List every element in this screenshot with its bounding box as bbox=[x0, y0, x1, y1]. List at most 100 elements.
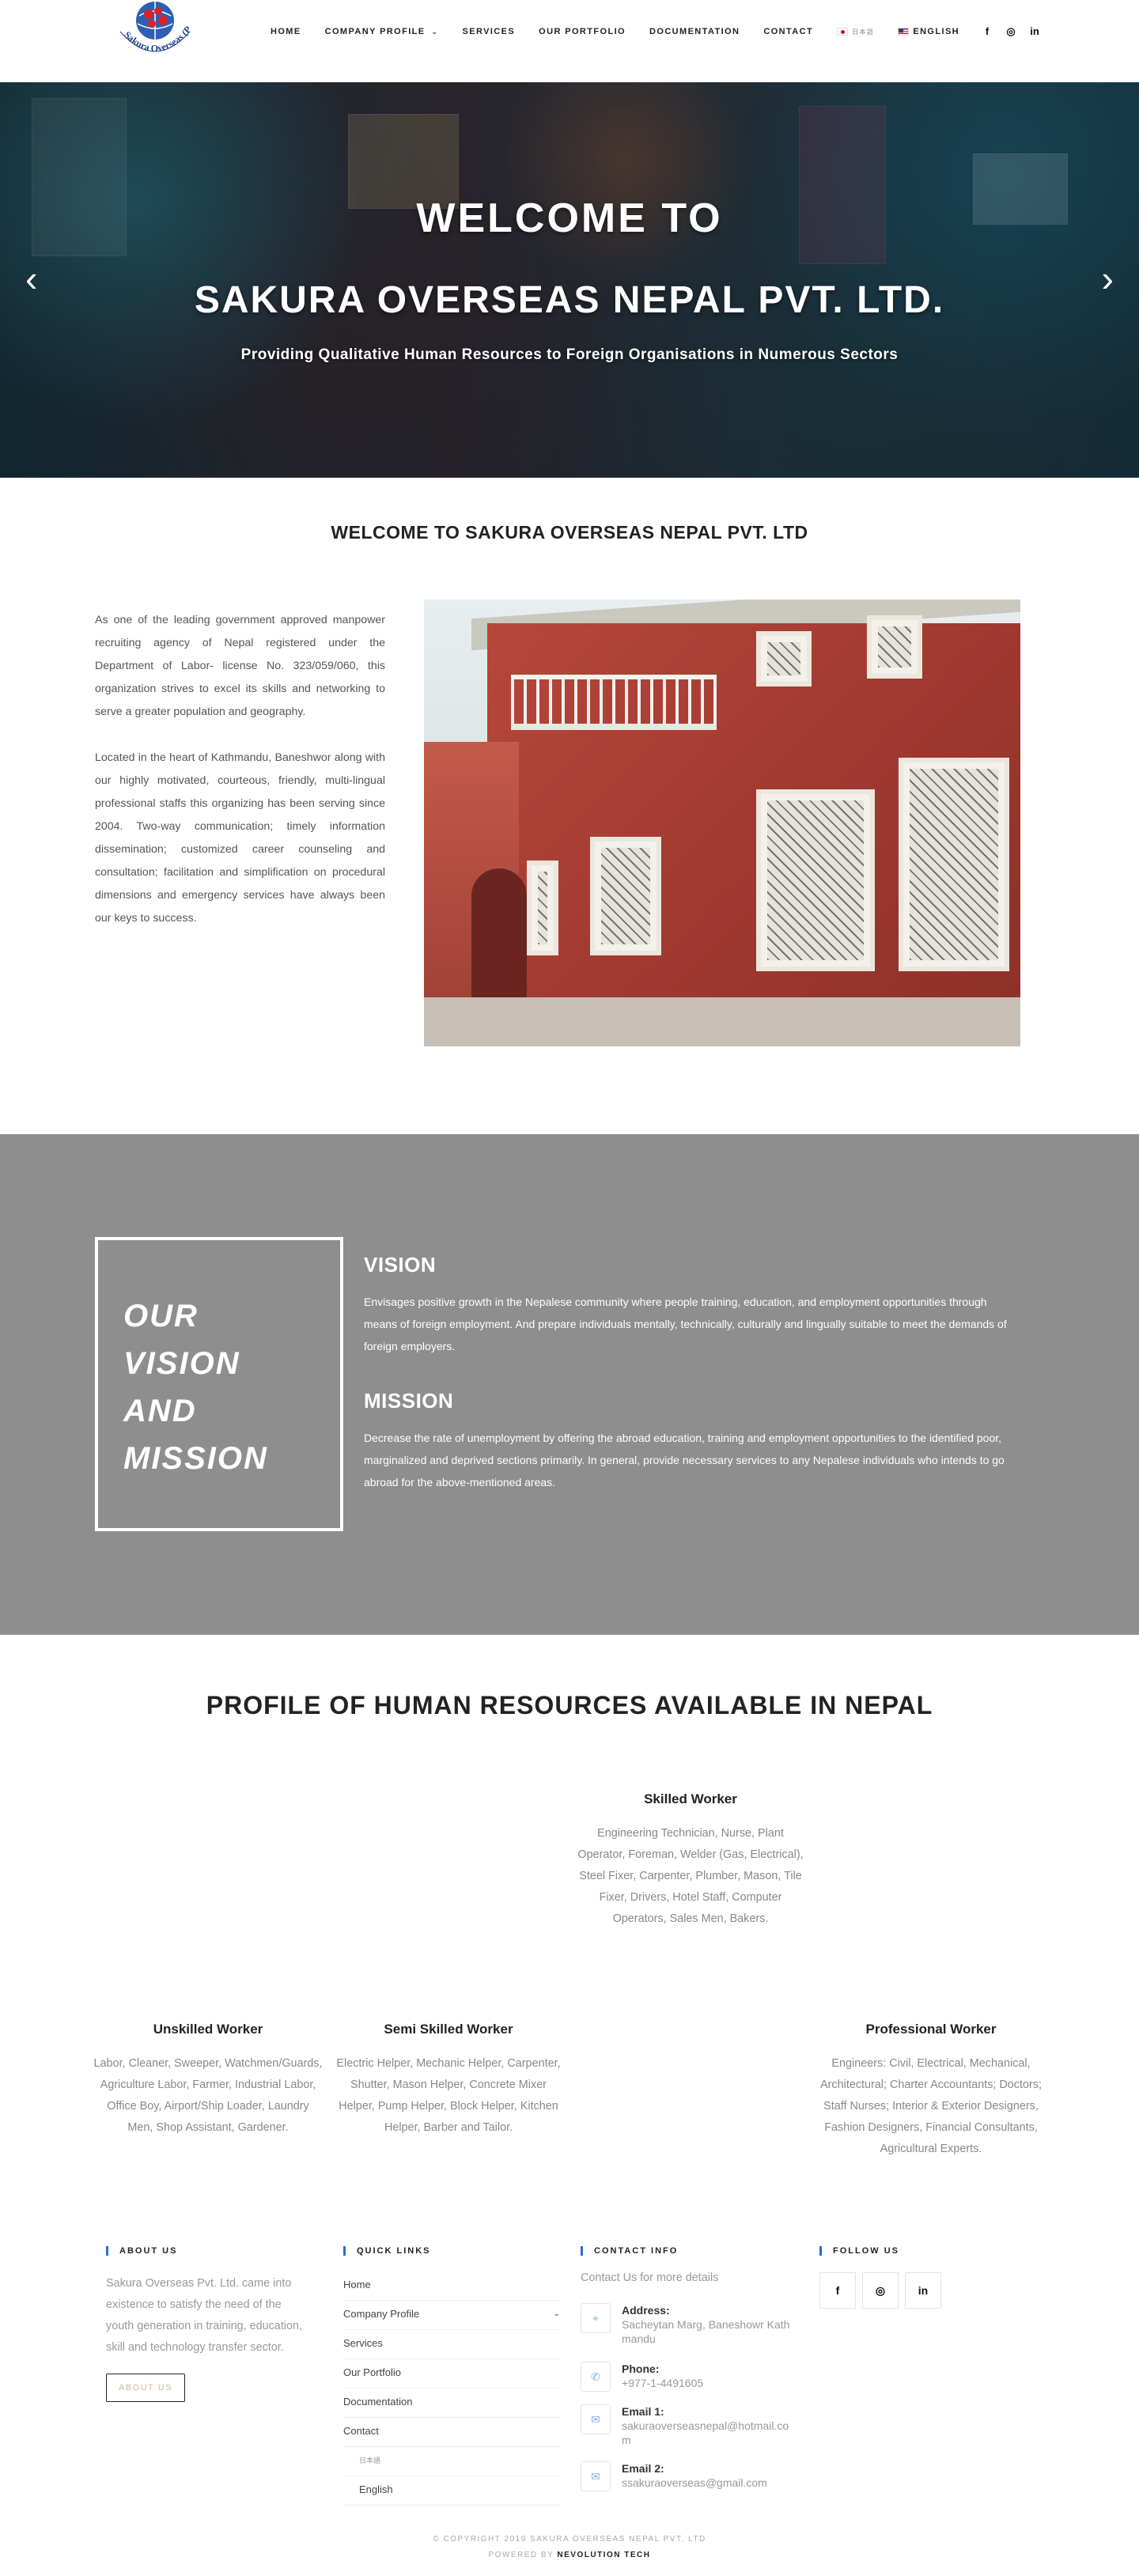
office-building-image bbox=[424, 600, 1020, 1046]
vision-title: VISION bbox=[364, 1253, 437, 1277]
image-window bbox=[756, 631, 812, 687]
address-value: Sacheytan Marg, Baneshowr Kathmandu bbox=[622, 2318, 790, 2345]
about-us-button[interactable]: ABOUT US bbox=[106, 2374, 185, 2402]
phone-label: Phone: bbox=[622, 2362, 660, 2375]
quick-link-contact[interactable]: Contact bbox=[343, 2418, 560, 2447]
mission-title: MISSION bbox=[364, 1389, 454, 1413]
image-window bbox=[899, 758, 1009, 971]
linkedin-icon[interactable]: in bbox=[905, 2272, 941, 2309]
quick-link-japanese[interactable]: 日本語 bbox=[343, 2447, 560, 2476]
phone-value[interactable]: +977-1-4491605 bbox=[622, 2376, 703, 2390]
nav-documentation[interactable]: DOCUMENTATION bbox=[649, 27, 740, 36]
quick-link-company-profile[interactable]: Company Profile ⌄ bbox=[343, 2301, 560, 2330]
main-nav: HOME COMPANY PROFILE ⌄ SERVICES OUR PORTF… bbox=[271, 24, 959, 40]
contact-email-2: ✉ Email 2: ssakuraoverseas@gmail.com bbox=[581, 2461, 794, 2491]
box-line: VISION bbox=[123, 1346, 240, 1381]
vision-mission-box-title: OUR VISION AND MISSION bbox=[123, 1292, 268, 1482]
image-arch bbox=[471, 868, 527, 1003]
nav-contact[interactable]: CONTACT bbox=[763, 27, 813, 36]
copyright: © COPYRIGHT 2019 SAKURA OVERSEAS NEPAL P… bbox=[433, 2535, 706, 2544]
quick-link-portfolio[interactable]: Our Portfolio bbox=[343, 2359, 560, 2389]
nav-services[interactable]: SERVICES bbox=[463, 27, 516, 36]
image-window bbox=[867, 615, 922, 679]
hero-title-line-1: WELCOME TO bbox=[416, 195, 723, 241]
card-text: Labor, Cleaner, Sweeper, Watchmen/Guards… bbox=[93, 2057, 323, 2134]
envelope-icon: ✉ bbox=[581, 2461, 611, 2491]
quick-link-english[interactable]: English bbox=[343, 2476, 560, 2506]
email-2-value[interactable]: ssakuraoverseas@gmail.com bbox=[622, 2476, 767, 2490]
card-title: Unskilled Worker bbox=[153, 2022, 263, 2037]
powered-by: POWERED BY NEVOLUTION TECH bbox=[0, 2551, 1139, 2559]
us-flag-icon bbox=[898, 28, 910, 36]
footer-follow-heading: FOLLOW US bbox=[819, 2246, 899, 2256]
email-1-label: Email 1: bbox=[622, 2405, 664, 2418]
map-pin-icon: ⌖ bbox=[581, 2303, 611, 2333]
footer-contact-heading: CONTACT INFO bbox=[581, 2246, 678, 2256]
quick-link-label: Company Profile bbox=[343, 2308, 420, 2320]
image-window bbox=[756, 789, 875, 971]
lang-english-label: ENGLISH bbox=[913, 27, 960, 36]
lang-japanese[interactable]: 日本語 bbox=[837, 28, 874, 36]
email-1-value[interactable]: sakuraoverseasnepal@hotmail.com bbox=[622, 2419, 794, 2447]
company-logo[interactable]: Sakura Overseas (P.) Ltd. bbox=[100, 0, 210, 66]
chevron-right-icon[interactable]: › bbox=[1102, 260, 1114, 297]
card-title: Professional Worker bbox=[865, 2022, 997, 2037]
box-line: OUR bbox=[123, 1299, 199, 1333]
powered-by-link[interactable]: NEVOLUTION TECH bbox=[557, 2551, 650, 2559]
image-balcony bbox=[511, 675, 717, 730]
contact-intro: Contact Us for more details bbox=[581, 2271, 719, 2284]
instagram-icon[interactable]: ◎ bbox=[1005, 25, 1017, 39]
nav-company-profile[interactable]: COMPANY PROFILE ⌄ bbox=[325, 27, 439, 36]
welcome-paragraph-2: Located in the heart of Kathmandu, Banes… bbox=[95, 751, 385, 925]
welcome-text: As one of the leading government approve… bbox=[95, 609, 385, 953]
footer-socials: f ◎ in bbox=[819, 2272, 941, 2309]
profile-title: PROFILE OF HUMAN RESOURCES AVAILABLE IN … bbox=[206, 1691, 933, 1719]
image-window bbox=[527, 861, 558, 955]
card-text: Engineers: Civil, Electrical, Mechanical… bbox=[820, 2057, 1042, 2155]
mission-text: Decrease the rate of unemployment by off… bbox=[364, 1432, 1005, 1488]
footer-about-text: Sakura Overseas Pvt. Ltd. came into exis… bbox=[106, 2277, 303, 2354]
card-text: Electric Helper, Mechanic Helper, Carpen… bbox=[336, 2057, 561, 2134]
instagram-icon[interactable]: ◎ bbox=[862, 2272, 899, 2309]
footer-links-heading: QUICK LINKS bbox=[343, 2246, 431, 2256]
address-label: Address: bbox=[622, 2304, 670, 2317]
card-skilled-worker: Skilled Worker Engineering Technician, N… bbox=[576, 1791, 805, 1930]
box-line: AND bbox=[123, 1394, 197, 1428]
vision-text: Envisages positive growth in the Nepales… bbox=[364, 1296, 1007, 1352]
card-professional-worker: Professional Worker Engineers: Civil, El… bbox=[816, 2022, 1046, 2160]
nav-our-portfolio[interactable]: OUR PORTFOLIO bbox=[539, 27, 626, 36]
chevron-down-icon: ⌄ bbox=[431, 27, 439, 36]
site-header: Sakura Overseas (P.) Ltd. HOME COMPANY P… bbox=[0, 0, 1139, 82]
facebook-icon[interactable]: f bbox=[819, 2272, 856, 2309]
card-title: Skilled Worker bbox=[644, 1791, 737, 1806]
footer-about-heading: ABOUT US bbox=[106, 2246, 177, 2256]
vision-mission-box: OUR VISION AND MISSION bbox=[95, 1237, 343, 1531]
quick-link-services[interactable]: Services bbox=[343, 2330, 560, 2359]
powered-by-prefix: POWERED BY bbox=[488, 2551, 558, 2559]
hero-title-line-2: SAKURA OVERSEAS NEPAL PVT. LTD. bbox=[194, 279, 945, 321]
box-line: MISSION bbox=[123, 1441, 268, 1476]
image-window bbox=[590, 837, 661, 955]
lang-english[interactable]: ENGLISH bbox=[898, 27, 959, 36]
chevron-down-icon: ⌄ bbox=[553, 2309, 560, 2318]
nav-company-profile-label: COMPANY PROFILE bbox=[324, 27, 426, 36]
facebook-icon[interactable]: f bbox=[981, 25, 993, 39]
chevron-left-icon[interactable]: ‹ bbox=[25, 260, 37, 297]
image-ground bbox=[424, 997, 1020, 1046]
quick-link-home[interactable]: Home bbox=[343, 2271, 560, 2301]
phone-icon: ✆ bbox=[581, 2362, 611, 2392]
contact-address: ⌖ Address: Sacheytan Marg, Baneshowr Kath… bbox=[581, 2303, 794, 2346]
quick-link-documentation[interactable]: Documentation bbox=[343, 2389, 560, 2418]
lang-japanese-label: 日本語 bbox=[852, 28, 875, 36]
quick-links-list: Home Company Profile ⌄ Services Our Portf… bbox=[343, 2271, 560, 2506]
card-unskilled-worker: Unskilled Worker Labor, Cleaner, Sweeper… bbox=[93, 2022, 323, 2139]
welcome-paragraph-1: As one of the leading government approve… bbox=[95, 614, 385, 718]
hero-slider: WELCOME TO SAKURA OVERSEAS NEPAL PVT. LT… bbox=[0, 82, 1139, 478]
contact-email-1: ✉ Email 1: sakuraoverseasnepal@hotmail.co… bbox=[581, 2404, 794, 2447]
welcome-title: WELCOME TO SAKURA OVERSEAS NEPAL PVT. LT… bbox=[331, 522, 808, 543]
nav-home[interactable]: HOME bbox=[271, 27, 301, 36]
header-socials: f ◎ in bbox=[981, 25, 1041, 39]
linkedin-icon[interactable]: in bbox=[1028, 25, 1041, 39]
vision-mission-section: OUR VISION AND MISSION VISION Envisages … bbox=[0, 1134, 1139, 1635]
envelope-icon: ✉ bbox=[581, 2404, 611, 2434]
